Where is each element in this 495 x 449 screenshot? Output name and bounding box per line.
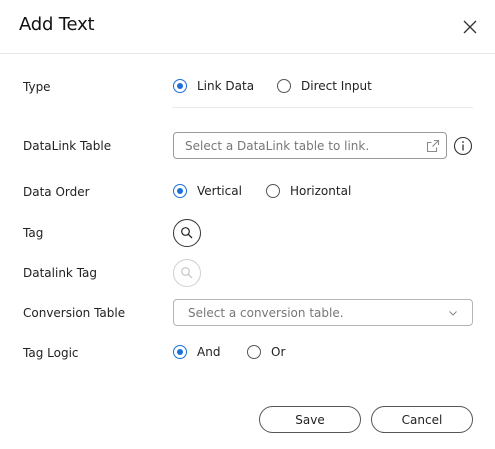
info-icon <box>453 136 473 156</box>
datalink-tag-label: Datalink Tag <box>23 266 98 280</box>
conversion-table-label: Conversion Table <box>23 306 126 320</box>
dropdown-toggle[interactable] <box>434 300 472 325</box>
add-text-dialog: Add Text Type Link Data Direct Input Dat… <box>0 0 495 449</box>
search-icon <box>181 227 193 239</box>
radio-checked-icon <box>173 79 187 93</box>
tag-logic-label: Tag Logic <box>23 346 79 360</box>
tag-logic-radio-and[interactable]: And <box>173 345 220 359</box>
tag-logic-radio-or[interactable]: Or <box>247 345 285 359</box>
type-radio-direct-input[interactable]: Direct Input <box>277 79 372 93</box>
chevron-down-icon <box>449 310 457 316</box>
type-label: Type <box>23 80 51 94</box>
radio-label: And <box>197 345 221 359</box>
datalink-tag-search-button <box>173 259 201 287</box>
close-button[interactable] <box>460 17 480 37</box>
tag-search-button[interactable] <box>173 219 201 247</box>
datalink-info-button[interactable] <box>453 136 473 156</box>
radio-checked-icon <box>173 184 187 198</box>
radio-label: Direct Input <box>301 79 372 93</box>
datalink-table-label: DataLink Table <box>23 139 112 153</box>
data-order-radio-horizontal[interactable]: Horizontal <box>266 184 351 198</box>
tag-label: Tag <box>23 226 44 240</box>
data-order-label: Data Order <box>23 185 90 199</box>
radio-unchecked-icon <box>247 345 261 359</box>
save-button[interactable]: Save <box>259 406 361 433</box>
external-link-button[interactable] <box>420 133 446 158</box>
close-icon <box>463 20 477 34</box>
conversion-table-placeholder: Select a conversion table. <box>188 305 344 320</box>
datalink-table-field[interactable]: Select a DataLink table to link. <box>173 132 447 159</box>
radio-unchecked-icon <box>266 184 280 198</box>
datalink-table-placeholder: Select a DataLink table to link. <box>185 138 370 153</box>
data-order-radio-vertical[interactable]: Vertical <box>173 184 242 198</box>
type-radio-link-data[interactable]: Link Data <box>173 79 254 93</box>
dialog-title: Add Text <box>19 14 95 35</box>
conversion-table-select[interactable]: Select a conversion table. <box>173 299 473 326</box>
radio-label: Or <box>271 345 286 359</box>
search-icon <box>181 267 193 279</box>
radio-checked-icon <box>173 345 187 359</box>
header-divider <box>0 53 495 54</box>
radio-label: Horizontal <box>290 184 352 198</box>
radio-label: Vertical <box>197 184 242 198</box>
radio-label: Link Data <box>197 79 255 93</box>
radio-unchecked-icon <box>277 79 291 93</box>
cancel-button[interactable]: Cancel <box>371 406 473 433</box>
type-divider <box>172 107 473 108</box>
external-link-icon <box>426 139 440 152</box>
